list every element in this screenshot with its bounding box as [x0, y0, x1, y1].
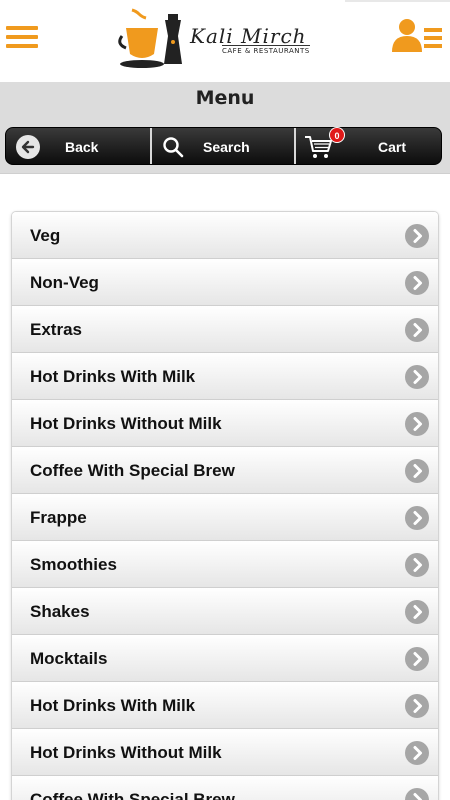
menu-category-item[interactable]: Smoothies — [12, 541, 438, 588]
chevron-right-icon — [405, 694, 429, 718]
menu-category-label: Mocktails — [30, 649, 108, 668]
chevron-right-icon — [405, 600, 429, 624]
menu-category-item[interactable]: Hot Drinks Without Milk — [12, 400, 438, 447]
menu-category-label: Hot Drinks With Milk — [30, 696, 196, 715]
nav-bar: Back Search 0 Cart — [5, 127, 442, 165]
menu-category-label: Extras — [30, 320, 82, 339]
menu-category-label: Hot Drinks Without Milk — [30, 743, 222, 762]
menu-category-label: Veg — [30, 226, 61, 245]
brand-logo: Kali Mirch CAFE & RESTAURANTS — [118, 6, 340, 72]
chevron-right-icon — [405, 506, 429, 530]
logo-subtitle: CAFE & RESTAURANTS — [222, 45, 310, 55]
app-header: Kali Mirch CAFE & RESTAURANTS — [0, 0, 450, 82]
page-title: Menu — [195, 87, 255, 109]
chevron-right-icon — [405, 412, 429, 436]
cart-label: Cart — [378, 139, 407, 155]
menu-category-label: Smoothies — [30, 555, 117, 574]
back-label: Back — [65, 139, 99, 155]
cart-count-badge: 0 — [329, 127, 345, 143]
coffee-cup-logo-icon — [118, 8, 182, 68]
search-button[interactable]: Search — [150, 128, 294, 164]
menu-category-label: Coffee With Special Brew — [30, 461, 235, 480]
cart-button[interactable]: 0 Cart — [294, 127, 441, 164]
menu-category-item[interactable]: Extras — [12, 306, 438, 353]
menu-category-item[interactable]: Shakes — [12, 588, 438, 635]
menu-category-item[interactable]: Veg — [12, 212, 438, 259]
chevron-right-icon — [405, 271, 429, 295]
user-profile-icon[interactable] — [390, 18, 444, 54]
back-button[interactable]: Back — [6, 128, 150, 164]
chevron-right-icon — [405, 741, 429, 765]
title-bar: Menu Back Search 0 Cart — [0, 82, 450, 174]
menu-category-label: Shakes — [30, 602, 90, 621]
menu-category-item[interactable]: Non-Veg — [12, 259, 438, 306]
menu-category-item[interactable]: Coffee With Special Brew — [12, 776, 438, 800]
chevron-right-icon — [405, 647, 429, 671]
menu-category-label: Hot Drinks With Milk — [30, 367, 196, 386]
chevron-right-icon — [405, 459, 429, 483]
menu-category-label: Coffee With Special Brew — [30, 790, 235, 800]
search-icon — [162, 136, 184, 158]
hamburger-menu-icon[interactable] — [6, 26, 38, 50]
menu-category-label: Frappe — [30, 508, 87, 527]
chevron-right-icon — [405, 788, 429, 800]
chevron-right-icon — [405, 553, 429, 577]
chevron-right-icon — [405, 224, 429, 248]
menu-category-item[interactable]: Hot Drinks With Milk — [12, 353, 438, 400]
header-divider — [345, 0, 450, 2]
chevron-right-icon — [405, 318, 429, 342]
menu-category-item[interactable]: Frappe — [12, 494, 438, 541]
chevron-right-icon — [405, 365, 429, 389]
menu-category-list: Veg Non-Veg Extras Hot Drinks With Milk Hot … — [11, 211, 439, 800]
back-arrow-icon — [16, 135, 40, 159]
menu-category-item[interactable]: Coffee With Special Brew — [12, 447, 438, 494]
menu-category-item[interactable]: Hot Drinks With Milk — [12, 682, 438, 729]
menu-category-item[interactable]: Hot Drinks Without Milk — [12, 729, 438, 776]
menu-category-label: Non-Veg — [30, 273, 99, 292]
menu-category-item[interactable]: Mocktails — [12, 635, 438, 682]
search-label: Search — [203, 139, 250, 155]
menu-category-label: Hot Drinks Without Milk — [30, 414, 222, 433]
